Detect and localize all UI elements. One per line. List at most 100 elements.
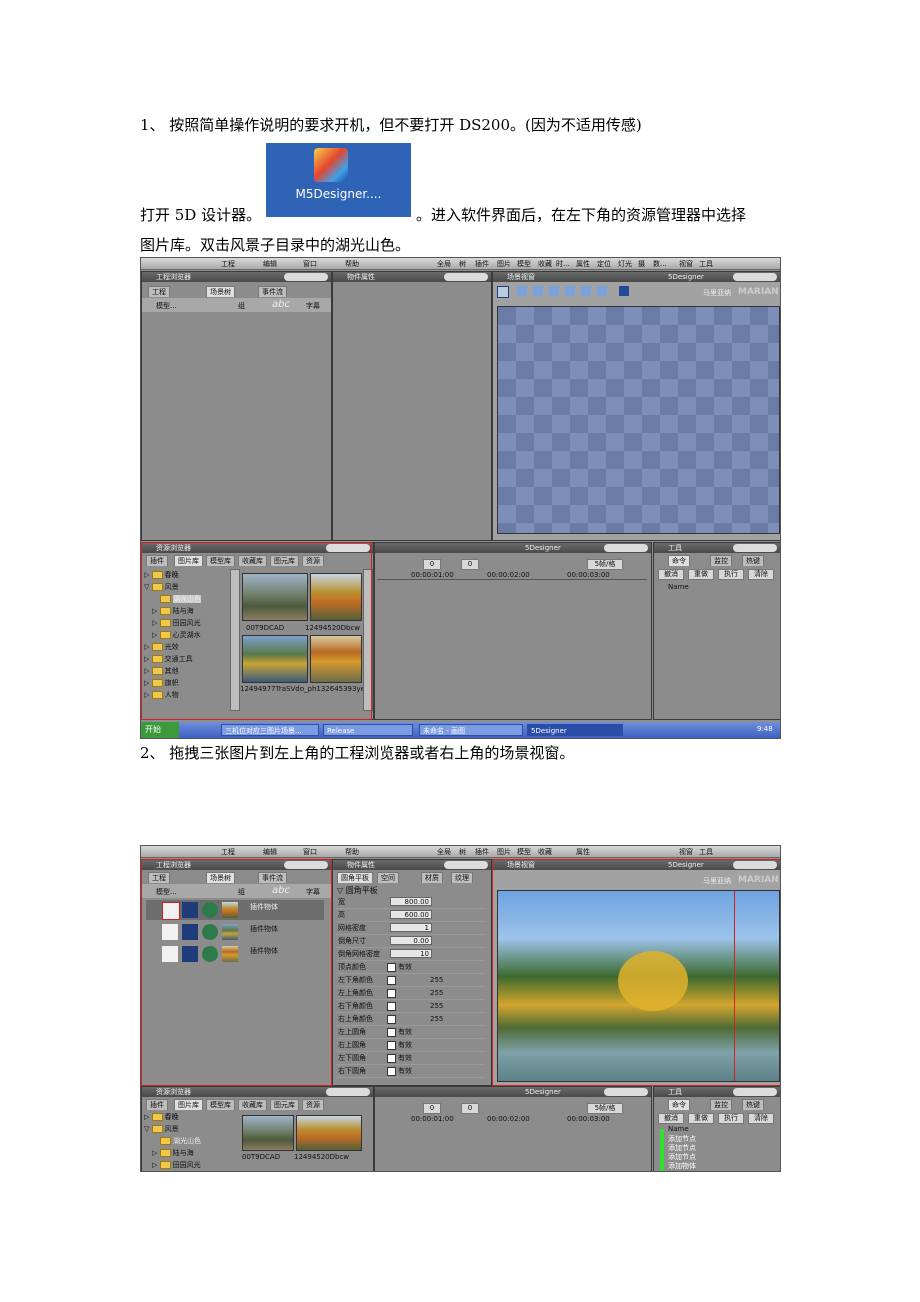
undo-button[interactable]: 撤消: [658, 569, 684, 580]
tb-model[interactable]: 模型: [517, 847, 531, 857]
tb-data[interactable]: 数...: [653, 259, 667, 269]
tb-image[interactable]: 图片: [497, 259, 511, 269]
redo-button[interactable]: 重做: [688, 569, 714, 580]
tab-hotkey[interactable]: 热键: [742, 1099, 764, 1110]
scene-toolbar[interactable]: [497, 286, 637, 298]
group-tool[interactable]: 组: [238, 301, 245, 311]
abc-icon[interactable]: abc: [272, 299, 290, 310]
tab-plugins[interactable]: 插件: [146, 1099, 168, 1110]
model-tool[interactable]: 模型...: [156, 301, 177, 311]
timeline-panel: 5Designer 0 0 5帧/格 00:00:01:00 00:00:02:…: [374, 542, 652, 720]
execute-button[interactable]: 执行: [718, 1113, 744, 1124]
tb-tools[interactable]: 工具: [699, 847, 713, 857]
tb-tree[interactable]: 树: [459, 847, 466, 857]
tab-command[interactable]: 命令: [668, 1099, 690, 1110]
tb-time[interactable]: 时...: [556, 259, 570, 269]
taskbar-item[interactable]: 未命名 - 画图: [419, 724, 523, 736]
menu-project[interactable]: 工程: [221, 259, 235, 269]
menu-window[interactable]: 窗口: [303, 847, 317, 857]
tb-attr[interactable]: 属性: [576, 847, 590, 857]
menu-edit[interactable]: 编辑: [263, 259, 277, 269]
prop-row[interactable]: 倒角尺寸 0.00: [335, 935, 485, 948]
tb-global[interactable]: 全局: [437, 259, 451, 269]
undo-button[interactable]: 撤消: [658, 1113, 684, 1124]
menu-edit[interactable]: 编辑: [263, 847, 277, 857]
image-thumb[interactable]: [296, 1115, 362, 1151]
tb-fav[interactable]: 收藏: [538, 847, 552, 857]
prop-row[interactable]: 网格密度 1: [335, 922, 485, 935]
frame-input-b[interactable]: 0: [461, 1103, 479, 1114]
tab-fav-lib[interactable]: 收藏库: [238, 1099, 267, 1110]
tb-tree[interactable]: 树: [459, 259, 466, 269]
tree-item[interactable]: ▷ 春晚: [144, 1111, 228, 1123]
prop-row[interactable]: 左下角颜色 255: [335, 974, 485, 987]
tb-plugin[interactable]: 插件: [475, 259, 489, 269]
menu-help[interactable]: 帮助: [345, 259, 359, 269]
caption-tool[interactable]: 字幕: [306, 301, 320, 311]
prop-row[interactable]: 右下角颜色 255: [335, 1000, 485, 1013]
tab-round-plate[interactable]: 圆角平板: [337, 872, 373, 883]
start-button[interactable]: 开始: [141, 722, 179, 738]
tab-monitor[interactable]: 监控: [710, 555, 732, 566]
frame-input-b[interactable]: 0: [461, 559, 479, 570]
tab-command[interactable]: 命令: [668, 555, 690, 566]
tree-item[interactable]: ▷ 田园风光: [144, 1159, 228, 1171]
scene-canvas[interactable]: [497, 306, 780, 534]
tb-locate[interactable]: 定位: [597, 259, 611, 269]
tab-model-lib[interactable]: 模型库: [206, 1099, 235, 1110]
prop-row[interactable]: 左上圆角 有效: [335, 1026, 485, 1039]
frame-input-a[interactable]: 0: [423, 559, 441, 570]
tb-model[interactable]: 模型: [517, 259, 531, 269]
tree-item[interactable]: ▽ 风景: [144, 1123, 228, 1135]
clear-button[interactable]: 清除: [748, 569, 774, 580]
prop-row[interactable]: 左上角颜色 255: [335, 987, 485, 1000]
tb-view[interactable]: 视窗: [679, 847, 693, 857]
prop-row[interactable]: 右上角颜色 255: [335, 1013, 485, 1026]
tab-resource[interactable]: 资源: [302, 1099, 324, 1110]
prop-row[interactable]: 顶点颜色 有效: [335, 961, 485, 974]
taskbar-item-active[interactable]: 5Designer: [527, 724, 623, 736]
tb-plugin[interactable]: 插件: [475, 847, 489, 857]
menu-window[interactable]: 窗口: [303, 259, 317, 269]
tab-shape-lib[interactable]: 图元库: [270, 1099, 299, 1110]
execute-button[interactable]: 执行: [718, 569, 744, 580]
menu-help[interactable]: 帮助: [345, 847, 359, 857]
tab-project[interactable]: 工程: [148, 286, 170, 297]
image-thumb[interactable]: [242, 1115, 294, 1151]
tab-scene-tree[interactable]: 场景树: [206, 286, 235, 297]
prop-row[interactable]: 宽 800.00: [335, 896, 485, 909]
tree-item[interactable]: ▷ 陆与海: [144, 1147, 228, 1159]
redo-button[interactable]: 重做: [688, 1113, 714, 1124]
prop-row[interactable]: 倒角网格密度 10: [335, 948, 485, 961]
prop-row[interactable]: 右上圆角 有效: [335, 1039, 485, 1052]
prop-row[interactable]: 左下圆角 有效: [335, 1052, 485, 1065]
tb-light[interactable]: 灯光: [618, 259, 632, 269]
prop-row[interactable]: 高 600.00: [335, 909, 485, 922]
fps-select[interactable]: 5帧/格: [587, 1103, 623, 1114]
desktop-icon-tile[interactable]: M5Designer....: [266, 143, 411, 217]
tab-monitor[interactable]: 监控: [710, 1099, 732, 1110]
tb-global[interactable]: 全局: [437, 847, 451, 857]
tb-attr[interactable]: 属性: [576, 259, 590, 269]
clear-button[interactable]: 清除: [748, 1113, 774, 1124]
tab-texture[interactable]: 纹理: [451, 872, 473, 883]
tb-tools[interactable]: 工具: [699, 259, 713, 269]
tb-cam[interactable]: 摄: [638, 259, 645, 269]
fps-select[interactable]: 5帧/格: [587, 559, 623, 570]
tab-material[interactable]: 材质: [421, 872, 443, 883]
tb-fav[interactable]: 收藏: [538, 259, 552, 269]
frame-input-a[interactable]: 0: [423, 1103, 441, 1114]
image-lib-tree[interactable]: ▷ 春晚 ▽ 风景 湖光山色 ▷ 陆与海 ▷ 田园风光: [144, 1111, 228, 1171]
tb-view[interactable]: 视窗: [679, 259, 693, 269]
tb-image[interactable]: 图片: [497, 847, 511, 857]
taskbar-item[interactable]: 三机位对应三图片场景...: [221, 724, 319, 736]
tab-event-flow[interactable]: 事件流: [258, 286, 287, 297]
prop-row[interactable]: 右下圆角 有效: [335, 1065, 485, 1078]
tree-item-selected[interactable]: 湖光山色: [144, 1135, 228, 1147]
tab-space[interactable]: 空间: [377, 872, 399, 883]
step2-text: 2、 拖拽三张图片到左上角的工程浏览器或者右上角的场景视窗。: [140, 744, 575, 762]
tab-hotkey[interactable]: 热键: [742, 555, 764, 566]
tab-image-lib[interactable]: 图片库: [174, 1099, 203, 1110]
menu-project[interactable]: 工程: [221, 847, 235, 857]
taskbar-item[interactable]: Release: [323, 724, 413, 736]
